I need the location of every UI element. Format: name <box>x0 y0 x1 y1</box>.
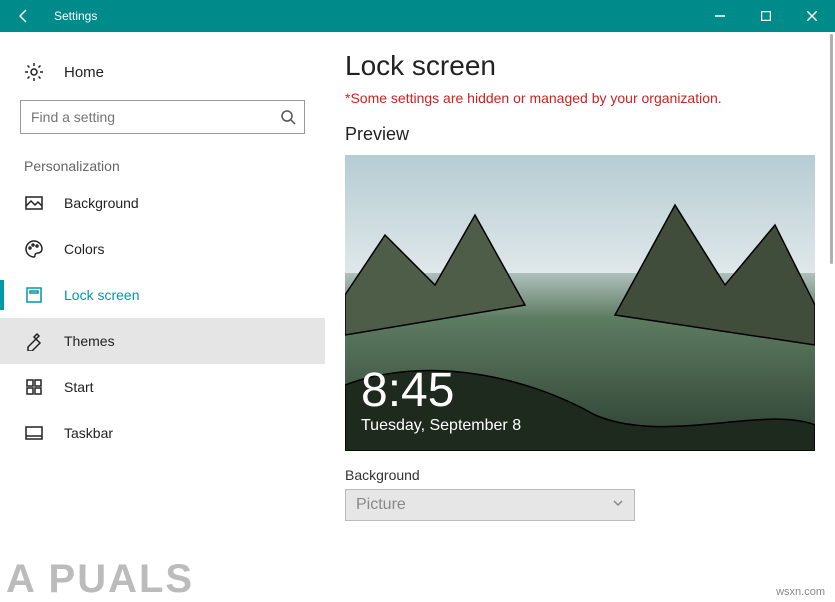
close-button[interactable] <box>789 0 835 32</box>
sidebar-item-lockscreen[interactable]: Lock screen <box>0 272 325 318</box>
sidebar-item-label: Themes <box>64 333 115 349</box>
page-title: Lock screen <box>345 50 815 82</box>
sidebar-item-colors[interactable]: Colors <box>0 226 325 272</box>
sidebar: Home Personalization Background Colors L… <box>0 32 325 602</box>
background-value: Picture <box>356 496 406 514</box>
search-box[interactable] <box>20 100 305 134</box>
maximize-button[interactable] <box>743 0 789 32</box>
sidebar-item-label: Colors <box>64 241 104 257</box>
watermark-logo: A PUALS <box>6 557 194 602</box>
sidebar-item-label: Background <box>64 195 139 211</box>
sidebar-item-start[interactable]: Start <box>0 364 325 410</box>
taskbar-icon <box>24 423 44 443</box>
watermark-url: wsxn.com <box>776 586 825 598</box>
home-label: Home <box>64 64 104 81</box>
background-dropdown[interactable]: Picture <box>345 489 635 521</box>
sidebar-item-label: Lock screen <box>64 287 139 303</box>
preview-label: Preview <box>345 124 815 145</box>
sidebar-category: Personalization <box>0 148 325 180</box>
palette-icon <box>24 239 44 259</box>
search-input[interactable] <box>31 109 280 125</box>
lockscreen-preview: 8:45 Tuesday, September 8 <box>345 155 815 451</box>
preview-date: Tuesday, September 8 <box>361 417 521 435</box>
org-warning: *Some settings are hidden or managed by … <box>345 90 815 106</box>
picture-icon <box>24 193 44 213</box>
window-title: Settings <box>48 9 697 23</box>
sidebar-item-background[interactable]: Background <box>0 180 325 226</box>
home-nav[interactable]: Home <box>0 52 325 92</box>
sidebar-item-label: Start <box>64 379 94 395</box>
sidebar-item-themes[interactable]: Themes <box>0 318 325 364</box>
scrollbar[interactable] <box>830 34 833 264</box>
main-panel: Lock screen *Some settings are hidden or… <box>325 32 835 602</box>
back-button[interactable] <box>0 0 48 32</box>
lockscreen-icon <box>24 285 44 305</box>
chevron-down-icon <box>612 496 624 514</box>
gear-icon <box>24 62 44 82</box>
themes-icon <box>24 331 44 351</box>
minimize-button[interactable] <box>697 0 743 32</box>
titlebar: Settings <box>0 0 835 32</box>
sidebar-item-taskbar[interactable]: Taskbar <box>0 410 325 456</box>
sidebar-item-label: Taskbar <box>64 425 113 441</box>
start-icon <box>24 377 44 397</box>
search-icon <box>280 109 296 125</box>
background-label: Background <box>345 467 815 483</box>
preview-clock: 8:45 <box>361 367 521 415</box>
